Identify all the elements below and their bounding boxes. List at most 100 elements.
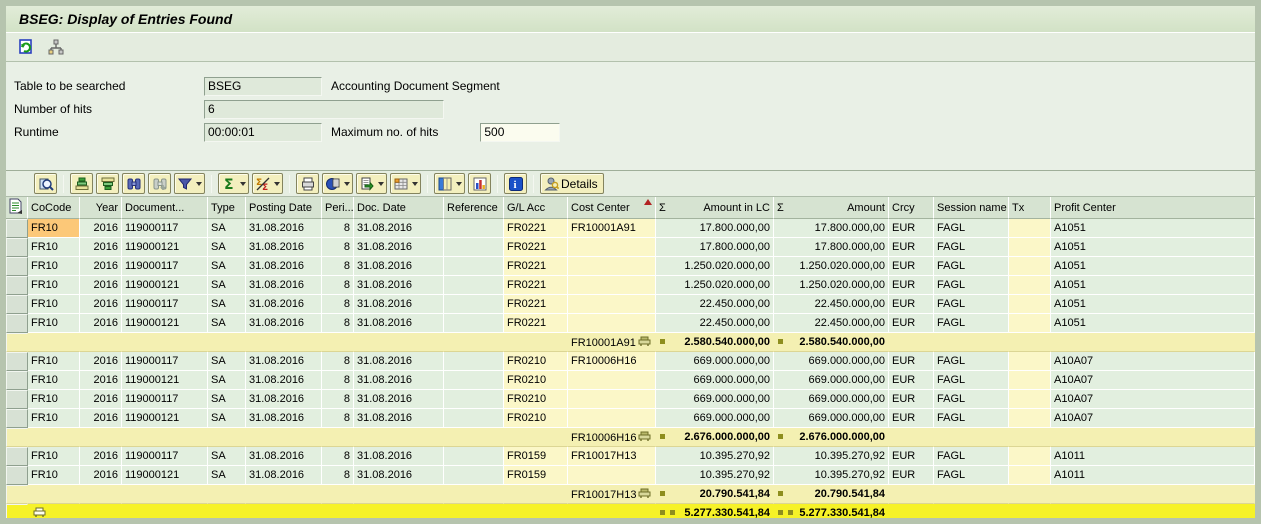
column-header-profit_center[interactable]: Profit Center <box>1051 197 1255 219</box>
cell-year[interactable]: 2016 <box>80 257 122 276</box>
sort-descending-button[interactable] <box>96 173 119 194</box>
cell-type[interactable]: SA <box>208 276 246 295</box>
cell-crcy[interactable] <box>889 333 934 352</box>
cell-amount_lc[interactable]: 1.250.020.000,00 <box>656 257 774 276</box>
cell-cocode[interactable]: FR10 <box>28 371 80 390</box>
cell-tx[interactable] <box>1009 390 1051 409</box>
cell-cost_center[interactable] <box>568 238 656 257</box>
cell-document[interactable]: 119000121 <box>122 409 208 428</box>
graphic-button[interactable] <box>468 173 491 194</box>
cell-type[interactable] <box>208 428 246 447</box>
cell-profit_center[interactable]: A1011 <box>1051 447 1255 466</box>
cell-reference[interactable] <box>444 238 504 257</box>
cell-cocode[interactable]: FR10 <box>28 295 80 314</box>
cell-cocode[interactable]: FR10 <box>28 219 80 238</box>
cell-crcy[interactable]: EUR <box>889 276 934 295</box>
cell-peri[interactable]: 8 <box>322 219 354 238</box>
cell-posting_date[interactable] <box>246 428 322 447</box>
cell-posting_date[interactable]: 31.08.2016 <box>246 238 322 257</box>
cell-posting_date[interactable]: 31.08.2016 <box>246 276 322 295</box>
cell-session[interactable]: FAGL <box>934 219 1009 238</box>
cell-type[interactable]: SA <box>208 390 246 409</box>
column-header-session[interactable]: Session name <box>934 197 1009 219</box>
table-search-field[interactable] <box>204 77 322 96</box>
row-selector[interactable] <box>6 219 28 238</box>
cell-amount_lc[interactable]: 22.450.000,00 <box>656 314 774 333</box>
cell-session[interactable] <box>934 333 1009 352</box>
cell-amount[interactable]: 22.450.000,00 <box>774 295 889 314</box>
cell-tx[interactable] <box>1009 352 1051 371</box>
cell-profit_center[interactable] <box>1051 428 1255 447</box>
cell-profit_center[interactable]: A1051 <box>1051 257 1255 276</box>
cell-document[interactable]: 119000117 <box>122 352 208 371</box>
cell-amount_lc[interactable]: 22.450.000,00 <box>656 295 774 314</box>
cell-reference[interactable] <box>444 504 504 523</box>
cell-reference[interactable] <box>444 390 504 409</box>
cell-document[interactable]: 119000117 <box>122 257 208 276</box>
cell-posting_date[interactable] <box>246 485 322 504</box>
info-button[interactable]: i <box>504 173 527 194</box>
cell-amount[interactable]: 22.450.000,00 <box>774 314 889 333</box>
cell-reference[interactable] <box>444 352 504 371</box>
cell-amount_lc[interactable]: 669.000.000,00 <box>656 409 774 428</box>
cell-crcy[interactable]: EUR <box>889 238 934 257</box>
column-header-gl_acc[interactable]: G/L Acc <box>504 197 568 219</box>
cell-tx[interactable] <box>1009 466 1051 485</box>
cell-year[interactable]: 2016 <box>80 238 122 257</box>
cell-cocode[interactable]: FR10 <box>28 238 80 257</box>
refresh-icon[interactable] <box>16 37 36 57</box>
cell-doc_date[interactable] <box>354 504 444 523</box>
cell-doc_date[interactable] <box>354 333 444 352</box>
row-selector[interactable] <box>6 352 28 371</box>
cell-reference[interactable] <box>444 466 504 485</box>
cell-tx[interactable] <box>1009 504 1051 523</box>
cell-profit_center[interactable]: A1051 <box>1051 314 1255 333</box>
cell-session[interactable] <box>934 428 1009 447</box>
cell-type[interactable]: SA <box>208 371 246 390</box>
cell-type[interactable]: SA <box>208 314 246 333</box>
cell-session[interactable] <box>934 504 1009 523</box>
cell-session[interactable]: FAGL <box>934 314 1009 333</box>
column-header-doc_date[interactable]: Doc. Date <box>354 197 444 219</box>
cell-type[interactable]: SA <box>208 257 246 276</box>
cell-doc_date[interactable]: 31.08.2016 <box>354 257 444 276</box>
row-selector[interactable] <box>6 485 28 504</box>
column-header-amount[interactable]: ΣAmount <box>774 197 889 219</box>
cell-amount_lc[interactable]: 669.000.000,00 <box>656 352 774 371</box>
cell-type[interactable]: SA <box>208 447 246 466</box>
cell-type[interactable] <box>208 485 246 504</box>
cell-profit_center[interactable]: A1051 <box>1051 238 1255 257</box>
runtime-field[interactable] <box>204 123 322 142</box>
cell-peri[interactable]: 8 <box>322 295 354 314</box>
cell-amount[interactable]: 669.000.000,00 <box>774 390 889 409</box>
cell-doc_date[interactable] <box>354 428 444 447</box>
cell-gl_acc[interactable]: FR0210 <box>504 352 568 371</box>
cell-session[interactable]: FAGL <box>934 295 1009 314</box>
column-header-year[interactable]: Year <box>80 197 122 219</box>
cell-session[interactable]: FAGL <box>934 276 1009 295</box>
column-header-cost_center[interactable]: Cost Center <box>568 197 656 219</box>
cell-year[interactable] <box>80 428 122 447</box>
cell-tx[interactable] <box>1009 238 1051 257</box>
cell-cost_center[interactable] <box>568 371 656 390</box>
cell-cocode[interactable]: FR10 <box>28 314 80 333</box>
cell-amount[interactable]: 17.800.000,00 <box>774 219 889 238</box>
cell-cost_center[interactable] <box>568 409 656 428</box>
cell-amount[interactable]: 669.000.000,00 <box>774 352 889 371</box>
cell-amount_lc[interactable]: 669.000.000,00 <box>656 371 774 390</box>
cell-gl_acc[interactable]: FR0210 <box>504 371 568 390</box>
cell-cocode[interactable]: FR10 <box>28 352 80 371</box>
cell-amount[interactable]: 10.395.270,92 <box>774 447 889 466</box>
cell-year[interactable] <box>80 504 122 523</box>
cell-crcy[interactable] <box>889 485 934 504</box>
cell-type[interactable] <box>208 504 246 523</box>
subtotal-button[interactable]: ΣΣ <box>252 173 283 194</box>
cell-document[interactable]: 119000121 <box>122 276 208 295</box>
cell-tx[interactable] <box>1009 333 1051 352</box>
cell-reference[interactable] <box>444 333 504 352</box>
row-selector[interactable] <box>6 409 28 428</box>
cell-posting_date[interactable]: 31.08.2016 <box>246 390 322 409</box>
cell-cocode[interactable]: FR10 <box>28 257 80 276</box>
cell-cost_center[interactable] <box>568 295 656 314</box>
cell-reference[interactable] <box>444 485 504 504</box>
